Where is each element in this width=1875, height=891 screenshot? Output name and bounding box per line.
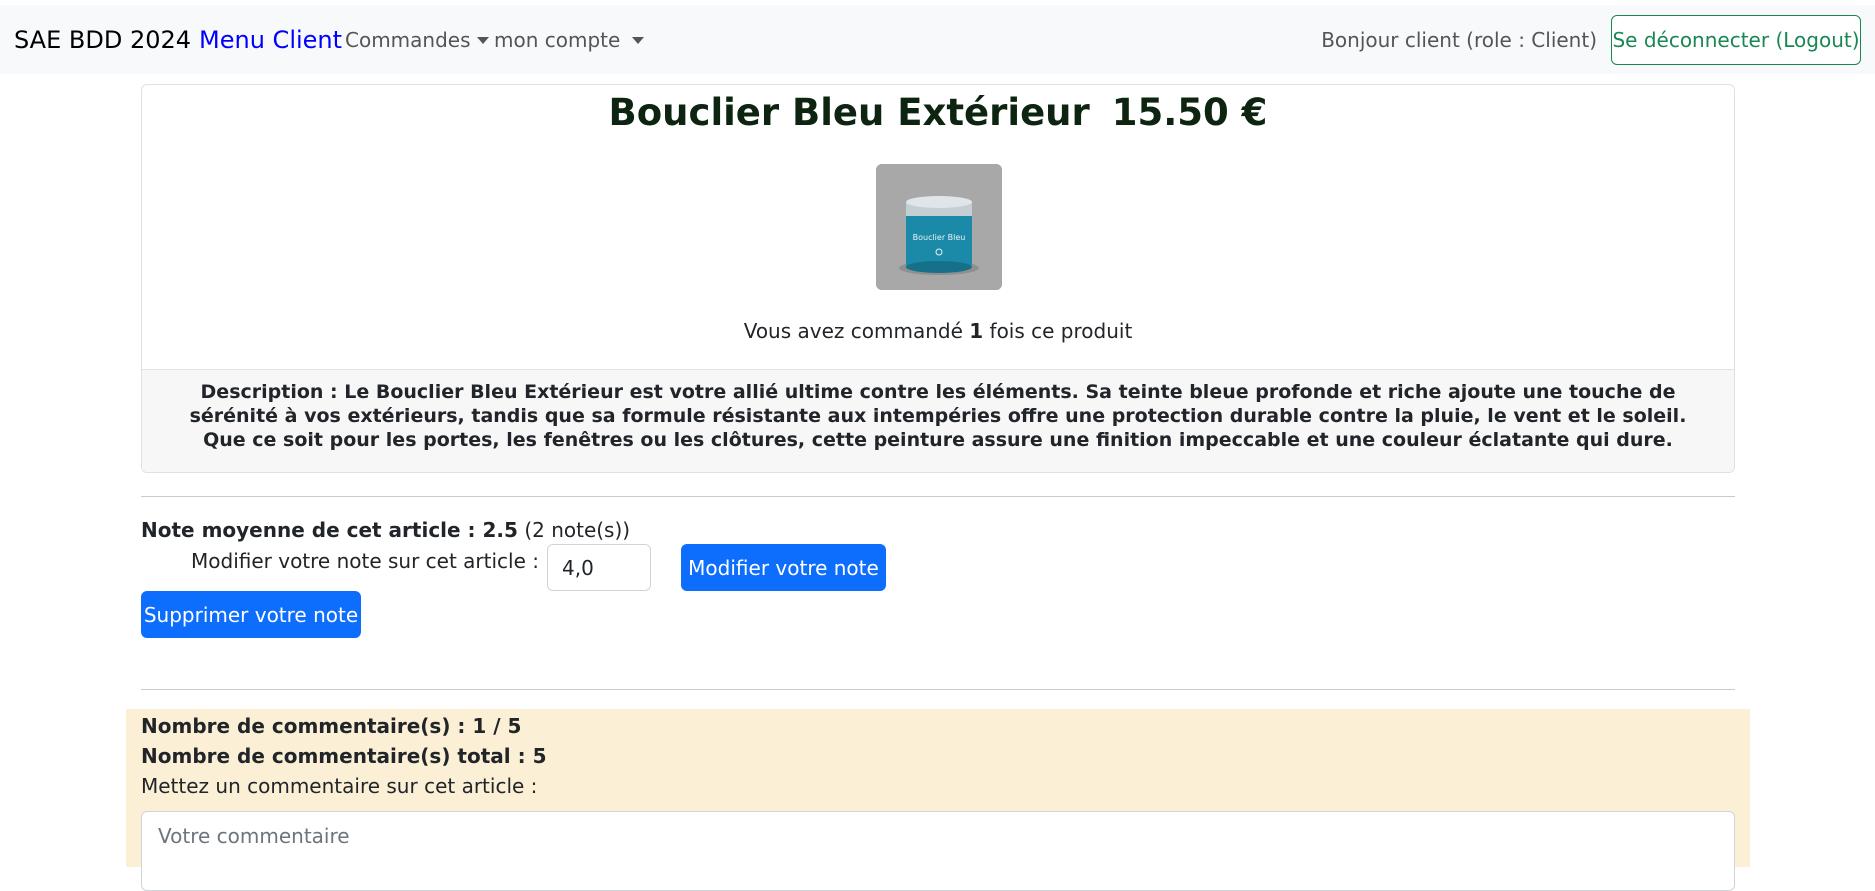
- navbar: SAE BDD 2024 Menu Client Commandes mon c…: [0, 5, 1875, 74]
- product-image-label: Bouclier Bleu: [913, 233, 966, 242]
- menu-commandes[interactable]: Commandes: [345, 5, 489, 74]
- average-rating: Note moyenne de cet article : 2.5 (2 not…: [141, 518, 630, 542]
- modify-rating-label: Modifier votre note sur cet article :: [191, 549, 540, 573]
- product-name: Bouclier Bleu Extérieur: [608, 91, 1090, 134]
- ordered-suffix: fois ce produit: [989, 319, 1133, 343]
- ordered-prefix: Vous avez commandé: [743, 319, 963, 343]
- comment-count: Nombre de commentaire(s) : 1 / 5: [141, 714, 522, 738]
- ordered-count: 1: [969, 319, 984, 343]
- comments-section: Nombre de commentaire(s) : 1 / 5 Nombre …: [126, 709, 1750, 891]
- order-count-text: Vous avez commandé 1 fois ce produit: [142, 319, 1734, 343]
- product-card: Bouclier Bleu Extérieur 15.50 € Bouclier …: [141, 84, 1735, 473]
- brand-accent: Menu Client: [199, 25, 343, 54]
- brand-title: SAE BDD 2024: [14, 25, 192, 54]
- rating-input[interactable]: 4,0: [547, 544, 651, 591]
- menu-commandes-label: Commandes: [345, 27, 471, 52]
- comment-prompt: Mettez un commentaire sur cet article :: [141, 774, 538, 798]
- chevron-down-icon: [476, 37, 489, 44]
- logout-button[interactable]: Se déconnecter (Logout): [1611, 15, 1861, 65]
- comment-textarea[interactable]: Votre commentaire: [141, 811, 1735, 891]
- modify-rating-button[interactable]: Modifier votre note: [681, 544, 886, 591]
- product-price: 15.50 €: [1111, 91, 1268, 134]
- brand[interactable]: SAE BDD 2024 Menu Client: [14, 5, 342, 74]
- product-image: Bouclier Bleu: [876, 164, 1002, 290]
- menu-mon-compte-label: mon compte: [494, 27, 621, 52]
- paint-can-icon: Bouclier Bleu: [876, 164, 1002, 290]
- divider: [141, 689, 1735, 690]
- delete-rating-button[interactable]: Supprimer votre note: [141, 591, 361, 638]
- divider: [141, 496, 1735, 497]
- average-rating-label: Note moyenne de cet article : 2.5: [141, 518, 518, 542]
- menu-mon-compte[interactable]: mon compte: [494, 5, 645, 74]
- rating-count: (2 note(s)): [524, 518, 631, 542]
- comment-total: Nombre de commentaire(s) total : 5: [141, 744, 547, 768]
- product-title: Bouclier Bleu Extérieur 15.50 €: [142, 85, 1734, 141]
- user-greeting: Bonjour client (role : Client): [1321, 27, 1597, 52]
- product-description: Description : Le Bouclier Bleu Extérieur…: [142, 369, 1734, 472]
- chevron-down-icon: [632, 37, 645, 44]
